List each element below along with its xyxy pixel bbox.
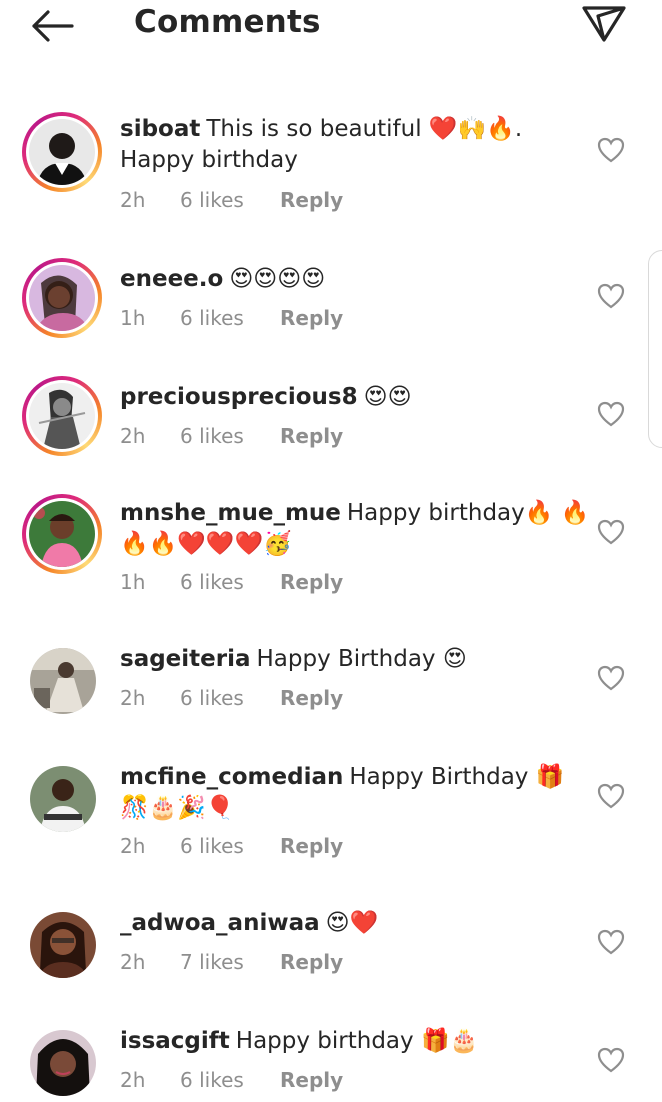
comment-username[interactable]: preciousprecious8 xyxy=(120,384,358,410)
avatar xyxy=(30,912,96,978)
avatar-story-ring[interactable] xyxy=(22,112,102,192)
comment-username[interactable]: mnshe_mue_mue xyxy=(120,500,341,526)
arrow-left-icon xyxy=(32,10,74,42)
comment-item: mcfine_comedian Happy Birthday 🎁 🎊🎂🎉🎈 2h 6… xyxy=(0,758,662,868)
top-bar: Comments xyxy=(0,0,662,60)
comment-item: _adwoa_aniwaa 😍❤️ 2h 7 likes Reply xyxy=(0,904,662,994)
comment-likes[interactable]: 6 likes xyxy=(180,686,280,710)
heart-icon xyxy=(597,665,625,691)
reply-button[interactable]: Reply xyxy=(280,950,343,974)
comment-time: 2h xyxy=(120,188,146,212)
avatar xyxy=(29,119,95,185)
like-button[interactable] xyxy=(596,782,626,810)
avatar-wrap[interactable] xyxy=(22,758,102,838)
comment-text: 😍😍 xyxy=(363,384,412,410)
reply-button[interactable]: Reply xyxy=(280,306,343,330)
comment-likes[interactable]: 7 likes xyxy=(180,950,280,974)
comment-meta: 2h 6 likes Reply xyxy=(120,1068,343,1092)
comment-likes[interactable]: 6 likes xyxy=(180,570,280,594)
comment-username[interactable]: _adwoa_aniwaa xyxy=(120,910,320,936)
comment-username[interactable]: issacgift xyxy=(120,1028,230,1054)
reply-button[interactable]: Reply xyxy=(280,834,343,858)
comment-meta: 2h 6 likes Reply xyxy=(120,188,343,212)
like-button[interactable] xyxy=(596,664,626,692)
reply-button[interactable]: Reply xyxy=(280,1068,343,1092)
comment-item: preciousprecious8 😍😍 2h 6 likes Reply xyxy=(0,376,662,466)
comment-time: 2h xyxy=(120,834,146,858)
comment-username[interactable]: siboat xyxy=(120,116,200,142)
heart-icon xyxy=(597,137,625,163)
like-button[interactable] xyxy=(596,928,626,956)
avatar xyxy=(30,1030,96,1096)
avatar xyxy=(29,265,95,331)
avatar-story-ring[interactable] xyxy=(22,258,102,338)
comment-time: 2h xyxy=(120,950,146,974)
avatar-wrap[interactable] xyxy=(22,1022,102,1102)
comment-meta: 2h 7 likes Reply xyxy=(120,950,343,974)
like-button[interactable] xyxy=(596,518,626,546)
comment-time: 1h xyxy=(120,306,146,330)
like-button[interactable] xyxy=(596,400,626,428)
comment-item: mnshe_mue_mue Happy birthday🔥 🔥 🔥🔥❤️❤️❤️🥳… xyxy=(0,494,662,604)
avatar xyxy=(29,501,95,567)
comment-text: Happy Birthday 😍 xyxy=(256,646,467,672)
comment-meta: 2h 6 likes Reply xyxy=(120,424,343,448)
comment-text: 😍❤️ xyxy=(325,910,379,936)
avatar-story-ring[interactable] xyxy=(22,494,102,574)
comment-time: 2h xyxy=(120,1068,146,1092)
comment-text: Happy birthday 🎁🎂 xyxy=(235,1028,479,1054)
heart-icon xyxy=(597,283,625,309)
reply-button[interactable]: Reply xyxy=(280,686,343,710)
heart-icon xyxy=(597,929,625,955)
heart-icon xyxy=(597,783,625,809)
comment-likes[interactable]: 6 likes xyxy=(180,188,280,212)
comment-likes[interactable]: 6 likes xyxy=(180,834,280,858)
paper-plane-icon xyxy=(582,6,626,42)
like-button[interactable] xyxy=(596,1046,626,1074)
comment-item: issacgift Happy birthday 🎁🎂 2h 6 likes Repl… xyxy=(0,1022,662,1096)
comment-item: sageiteria Happy Birthday 😍 2h 6 likes Repl… xyxy=(0,640,662,730)
heart-icon xyxy=(597,1047,625,1073)
heart-icon xyxy=(597,519,625,545)
comment-text: 😍😍😍😍 xyxy=(229,266,326,292)
comment-likes[interactable]: 6 likes xyxy=(180,424,280,448)
comment-item: siboat This is so beautiful ❤️🙌🔥. Happy b… xyxy=(0,112,662,222)
comment-time: 1h xyxy=(120,570,146,594)
comment-likes[interactable]: 6 likes xyxy=(180,1068,280,1092)
comment-username[interactable]: eneee.o xyxy=(120,266,223,292)
like-button[interactable] xyxy=(596,136,626,164)
heart-icon xyxy=(597,401,625,427)
comment-meta: 2h 6 likes Reply xyxy=(120,686,343,710)
share-button[interactable] xyxy=(580,2,628,46)
avatar xyxy=(30,648,96,714)
comment-time: 2h xyxy=(120,424,146,448)
avatar xyxy=(29,383,95,449)
comment-meta: 1h 6 likes Reply xyxy=(120,570,343,594)
comment-meta: 2h 6 likes Reply xyxy=(120,834,343,858)
comment-username[interactable]: mcfine_comedian xyxy=(120,764,343,790)
comment-username[interactable]: sageiteria xyxy=(120,646,251,672)
avatar-wrap[interactable] xyxy=(22,640,102,720)
comment-item: eneee.o 😍😍😍😍 1h 6 likes Reply xyxy=(0,258,662,348)
back-button[interactable] xyxy=(28,8,76,44)
avatar-story-ring[interactable] xyxy=(22,376,102,456)
reply-button[interactable]: Reply xyxy=(280,570,343,594)
avatar xyxy=(30,766,96,832)
comment-time: 2h xyxy=(120,686,146,710)
page-title: Comments xyxy=(134,4,321,40)
reply-button[interactable]: Reply xyxy=(280,188,343,212)
like-button[interactable] xyxy=(596,282,626,310)
comment-likes[interactable]: 6 likes xyxy=(180,306,280,330)
comment-meta: 1h 6 likes Reply xyxy=(120,306,343,330)
avatar-wrap[interactable] xyxy=(22,904,102,984)
reply-button[interactable]: Reply xyxy=(280,424,343,448)
